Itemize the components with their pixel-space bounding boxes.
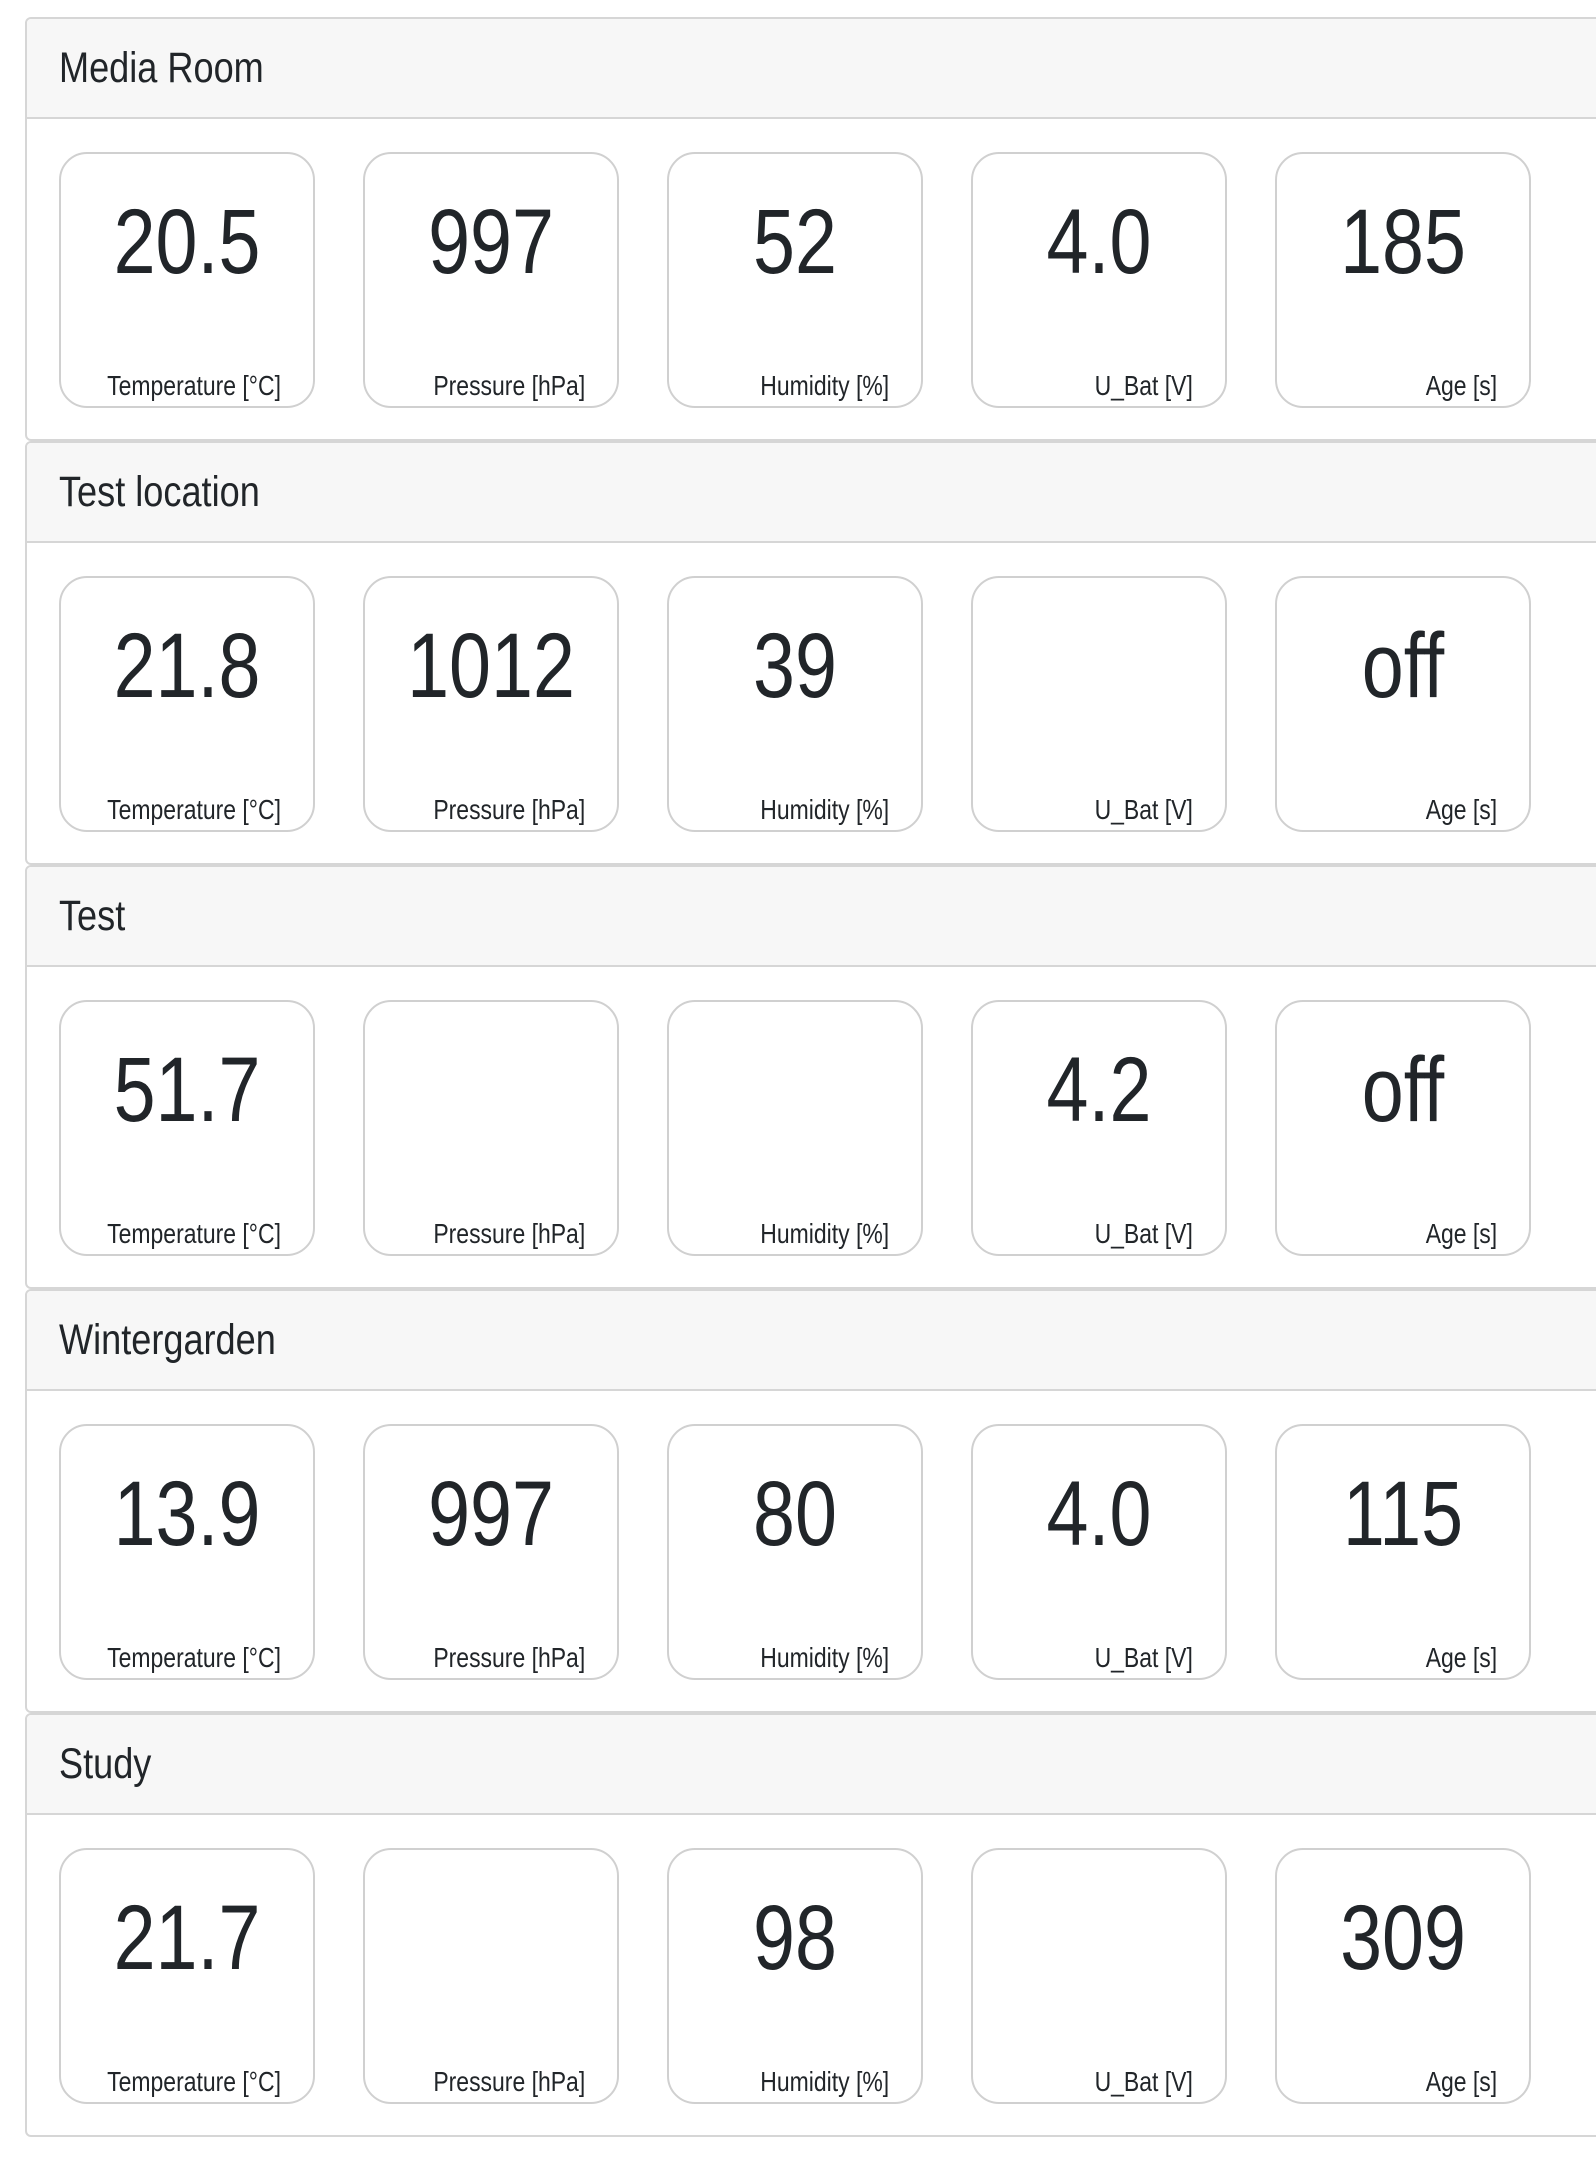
dashboard: Media Room 20.5 Temperature [°C] 997 Pre… xyxy=(0,0,1596,2180)
room-header: Test xyxy=(27,867,1596,967)
metric-tile-temperature: 21.7 Temperature [°C] xyxy=(59,1848,315,2104)
metric-tile-pressure: 1012 Pressure [hPa] xyxy=(363,576,619,832)
metric-tile-humidity: Humidity [%] xyxy=(667,1000,923,1256)
metric-tile-age: 309 Age [s] xyxy=(1275,1848,1531,2104)
metric-label: Pressure [hPa] xyxy=(433,1218,585,1249)
metric-tile-pressure: 997 Pressure [hPa] xyxy=(363,152,619,408)
metric-tile-humidity: 98 Humidity [%] xyxy=(667,1848,923,2104)
metric-value: 4.0 xyxy=(1046,1463,1152,1565)
metric-tile-battery: 4.2 U_Bat [V] xyxy=(971,1000,1227,1256)
room-card-test-location: Test location 21.8 Temperature [°C] 1012… xyxy=(25,441,1596,865)
metric-value: 39 xyxy=(753,615,837,717)
room-header: Wintergarden xyxy=(27,1291,1596,1391)
metric-tile-age: 115 Age [s] xyxy=(1275,1424,1531,1680)
room-card-media-room: Media Room 20.5 Temperature [°C] 997 Pre… xyxy=(25,17,1596,441)
metric-tile-pressure: Pressure [hPa] xyxy=(363,1848,619,2104)
metric-value: 997 xyxy=(428,191,554,293)
room-header: Media Room xyxy=(27,19,1596,119)
metric-tile-age: 185 Age [s] xyxy=(1275,152,1531,408)
metric-value: 997 xyxy=(428,1463,554,1565)
metric-label: Temperature [°C] xyxy=(107,2066,281,2097)
metric-label: Pressure [hPa] xyxy=(433,2066,585,2097)
metric-label: Pressure [hPa] xyxy=(433,370,585,401)
metric-value: 98 xyxy=(753,1887,837,1989)
metric-value: 115 xyxy=(1342,1463,1464,1565)
metric-value: off xyxy=(1361,1039,1445,1141)
metric-label: Age [s] xyxy=(1425,1642,1497,1673)
metric-value: 13.9 xyxy=(113,1463,261,1565)
metric-tile-pressure: 997 Pressure [hPa] xyxy=(363,1424,619,1680)
room-metrics: 20.5 Temperature [°C] 997 Pressure [hPa]… xyxy=(27,119,1596,439)
metric-tile-battery: 4.0 U_Bat [V] xyxy=(971,1424,1227,1680)
metric-tile-age: off Age [s] xyxy=(1275,1000,1531,1256)
metric-value: 185 xyxy=(1340,191,1466,293)
metric-label: Humidity [%] xyxy=(760,1642,889,1673)
metric-tile-humidity: 80 Humidity [%] xyxy=(667,1424,923,1680)
room-title: Test xyxy=(59,891,126,940)
room-metrics: 51.7 Temperature [°C] Pressure [hPa] Hum… xyxy=(27,967,1596,1287)
metric-value: 4.2 xyxy=(1046,1039,1152,1141)
room-title: Study xyxy=(59,1739,152,1788)
metric-label: Humidity [%] xyxy=(760,1218,889,1249)
room-metrics: 13.9 Temperature [°C] 997 Pressure [hPa]… xyxy=(27,1391,1596,1711)
metric-tile-temperature: 51.7 Temperature [°C] xyxy=(59,1000,315,1256)
metric-tile-humidity: 52 Humidity [%] xyxy=(667,152,923,408)
metric-value: 4.0 xyxy=(1046,191,1152,293)
metric-tile-age: off Age [s] xyxy=(1275,576,1531,832)
room-header: Test location xyxy=(27,443,1596,543)
metric-label: U_Bat [V] xyxy=(1094,370,1193,401)
metric-value: 80 xyxy=(753,1463,837,1565)
room-card-test: Test 51.7 Temperature [°C] Pressure [hPa… xyxy=(25,865,1596,1289)
metric-value: 20.5 xyxy=(113,191,261,293)
metric-value: 1012 xyxy=(407,615,575,717)
metric-label: Age [s] xyxy=(1425,2066,1497,2097)
metric-value: 21.8 xyxy=(113,615,261,717)
metric-label: U_Bat [V] xyxy=(1094,794,1193,825)
metric-label: U_Bat [V] xyxy=(1094,1642,1193,1673)
metric-tile-battery: 4.0 U_Bat [V] xyxy=(971,152,1227,408)
room-card-wintergarden: Wintergarden 13.9 Temperature [°C] 997 P… xyxy=(25,1289,1596,1713)
metric-value: 51.7 xyxy=(113,1039,261,1141)
metric-tile-humidity: 39 Humidity [%] xyxy=(667,576,923,832)
metric-label: Age [s] xyxy=(1425,794,1497,825)
metric-tile-battery: U_Bat [V] xyxy=(971,576,1227,832)
metric-tile-pressure: Pressure [hPa] xyxy=(363,1000,619,1256)
metric-label: Age [s] xyxy=(1425,370,1497,401)
room-header: Study xyxy=(27,1715,1596,1815)
metric-tile-battery: U_Bat [V] xyxy=(971,1848,1227,2104)
room-title: Wintergarden xyxy=(59,1315,276,1364)
room-card-study: Study 21.7 Temperature [°C] Pressure [hP… xyxy=(25,1713,1596,2137)
metric-tile-temperature: 13.9 Temperature [°C] xyxy=(59,1424,315,1680)
metric-tile-temperature: 21.8 Temperature [°C] xyxy=(59,576,315,832)
room-title: Test location xyxy=(59,467,260,516)
room-title: Media Room xyxy=(59,43,264,92)
metric-value: off xyxy=(1361,615,1445,717)
metric-value: 21.7 xyxy=(113,1887,261,1989)
metric-label: Temperature [°C] xyxy=(107,370,281,401)
metric-label: Pressure [hPa] xyxy=(433,1642,585,1673)
metric-value: 309 xyxy=(1340,1887,1466,1989)
metric-label: U_Bat [V] xyxy=(1094,1218,1193,1249)
metric-label: Temperature [°C] xyxy=(107,794,281,825)
metric-tile-temperature: 20.5 Temperature [°C] xyxy=(59,152,315,408)
metric-label: Humidity [%] xyxy=(760,794,889,825)
metric-label: U_Bat [V] xyxy=(1094,2066,1193,2097)
metric-label: Age [s] xyxy=(1425,1218,1497,1249)
metric-label: Temperature [°C] xyxy=(107,1218,281,1249)
metric-label: Humidity [%] xyxy=(760,2066,889,2097)
room-metrics: 21.7 Temperature [°C] Pressure [hPa] 98 … xyxy=(27,1815,1596,2135)
metric-value: 52 xyxy=(753,191,837,293)
metric-label: Humidity [%] xyxy=(760,370,889,401)
room-metrics: 21.8 Temperature [°C] 1012 Pressure [hPa… xyxy=(27,543,1596,863)
metric-label: Temperature [°C] xyxy=(107,1642,281,1673)
metric-label: Pressure [hPa] xyxy=(433,794,585,825)
